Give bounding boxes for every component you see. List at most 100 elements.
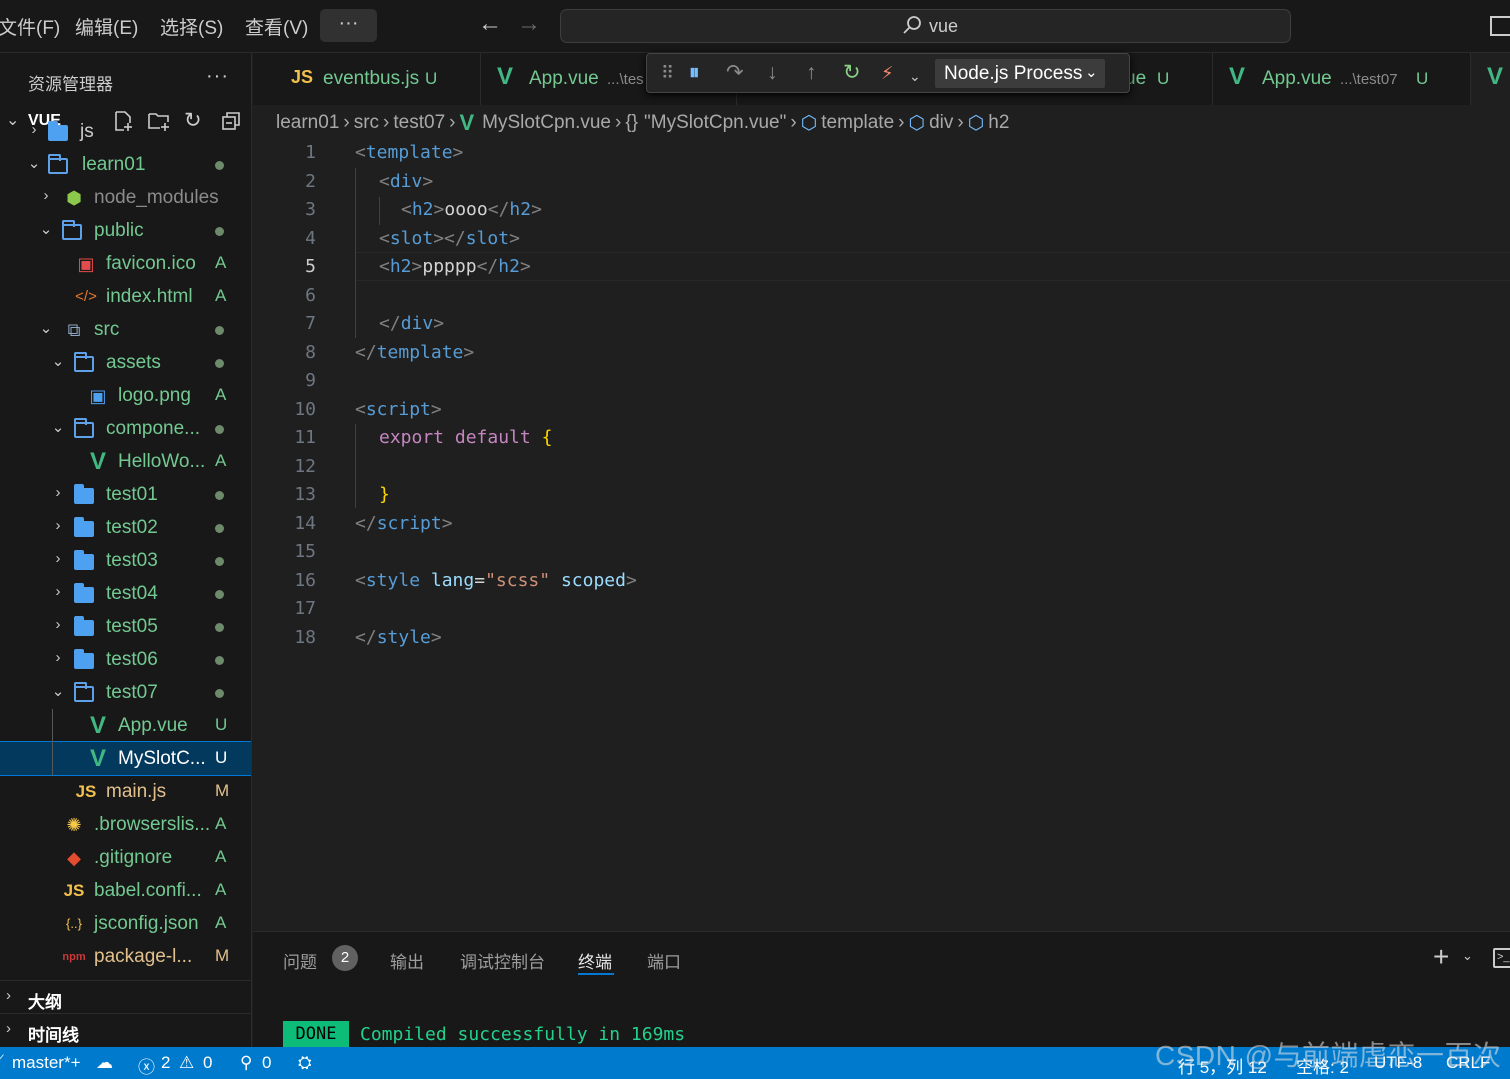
javascript-icon: JS — [291, 67, 314, 87]
tree-item[interactable]: JS main.js M — [0, 775, 251, 808]
git-branch[interactable]: master*+ — [12, 1053, 81, 1073]
step-over-icon[interactable]: ↷ — [726, 61, 744, 85]
tree-item[interactable]: › test02 — [0, 511, 251, 544]
tab-app-vue-test07[interactable]: V App.vue ...\test07 U — [1213, 53, 1471, 105]
breadcrumb-item[interactable]: "MySlotCpn.vue" — [644, 112, 786, 134]
debug-session-label: Node.js Process — [944, 63, 1083, 84]
menu-selection[interactable]: 选择(S) — [160, 13, 223, 40]
tree-item[interactable]: </> index.html A — [0, 280, 251, 313]
chevron-down-icon[interactable]: ⌄ — [909, 64, 921, 88]
chevron-down-icon: ⌄ — [51, 683, 65, 700]
tree-item[interactable]: › js — [0, 115, 251, 148]
tab-problems[interactable]: 问题 — [283, 948, 317, 973]
tree-item[interactable]: JS babel.confi... A — [0, 874, 251, 907]
command-center-search[interactable]: vue — [560, 9, 1291, 43]
tree-item[interactable]: › test05 — [0, 610, 251, 643]
chevron-down-icon[interactable]: ⌄ — [1462, 948, 1473, 964]
breadcrumb-item[interactable]: learn01 — [276, 112, 339, 134]
tree-item[interactable]: › test04 — [0, 577, 251, 610]
outline-section[interactable]: › 大纲 — [0, 980, 251, 1013]
error-count[interactable]: 2 — [161, 1053, 170, 1073]
code-line: </template> — [355, 342, 475, 363]
explorer-more-button[interactable]: ··· — [206, 65, 229, 88]
tab-active[interactable]: V — [1471, 53, 1510, 105]
tree-item[interactable]: V HelloWo... A — [0, 445, 251, 478]
tree-item[interactable]: ◆ .gitignore A — [0, 841, 251, 874]
breadcrumb-item[interactable]: h2 — [988, 112, 1009, 134]
tab-ports[interactable]: 端口 — [647, 948, 681, 973]
menu-edit[interactable]: 编辑(E) — [75, 13, 138, 40]
tree-item[interactable]: npm package-l... M — [0, 940, 251, 973]
tab-status: U — [425, 69, 438, 88]
restart-icon[interactable]: ↻ — [843, 61, 861, 85]
tab-output[interactable]: 输出 — [390, 948, 424, 973]
tree-item[interactable]: › test01 — [0, 478, 251, 511]
tree-item[interactable]: ▣ logo.png A — [0, 379, 251, 412]
menu-view[interactable]: 查看(V) — [245, 13, 308, 40]
explorer-title: 资源管理器 — [28, 75, 113, 94]
git-status: A — [215, 847, 227, 866]
step-into-icon[interactable]: ↓ — [767, 61, 778, 85]
tree-item[interactable]: › test06 — [0, 643, 251, 676]
disconnect-icon[interactable]: ⚡ — [881, 61, 894, 85]
debug-session-select[interactable]: Node.js Process ⌄ — [935, 59, 1105, 88]
tree-item[interactable]: ⌄ public — [0, 214, 251, 247]
back-arrow-icon[interactable]: ← — [478, 12, 502, 36]
sync-icon[interactable]: ☁ — [96, 1053, 113, 1073]
tree-item[interactable]: ⌄ learn01 — [0, 148, 251, 181]
warning-count[interactable]: 0 — [203, 1053, 212, 1073]
new-terminal-icon[interactable]: + — [1433, 941, 1449, 973]
chevron-right-icon: › — [43, 187, 49, 204]
tree-item[interactable]: ⌄ test07 — [0, 676, 251, 709]
tab-label: App.vue — [1262, 68, 1332, 89]
tree-item[interactable]: › ⬢ node_modules — [0, 181, 251, 214]
debug-status-icon[interactable]: ⛭ — [298, 1053, 312, 1073]
modified-dot — [215, 656, 224, 665]
done-badge: DONE — [283, 1021, 349, 1048]
command-center-text: vue — [929, 16, 959, 36]
tree-item[interactable]: {..} jsconfig.json A — [0, 907, 251, 940]
terminal-output: Compiled successfully in 169ms — [360, 1024, 686, 1045]
tree-item[interactable]: ⌄ assets — [0, 346, 251, 379]
line-number: 17 — [294, 598, 316, 619]
tree-item[interactable]: ⌄ ⧉ src — [0, 313, 251, 346]
drag-handle-icon[interactable]: ⠿ — [661, 61, 674, 85]
layout-toggle-icon[interactable] — [1490, 16, 1510, 36]
code-editor[interactable]: 1 2 3 4 5 6 7 8 9 10 11 12 13 14 15 16 17 18 <template> <… — [253, 140, 1510, 930]
tab-label: eventbus.js — [323, 68, 420, 89]
terminal-icon[interactable]: >_ — [1493, 948, 1510, 968]
menu-more-button[interactable]: ··· — [320, 9, 377, 42]
pause-icon[interactable]: ⏸ — [689, 61, 700, 85]
git-status: M — [215, 781, 230, 800]
timeline-section[interactable]: › 时间线 — [0, 1013, 251, 1046]
tree-item[interactable]: ✺ .browserslis... A — [0, 808, 251, 841]
breadcrumb-item[interactable]: MySlotCpn.vue — [482, 112, 611, 134]
ports-count[interactable]: 0 — [262, 1053, 271, 1073]
step-out-icon[interactable]: ↑ — [806, 61, 817, 85]
breadcrumb-item[interactable]: src — [354, 112, 379, 134]
tab-terminal[interactable]: 终端 — [578, 948, 612, 973]
git-status: A — [215, 814, 227, 833]
tree-item[interactable]: V MySlotC... U — [0, 741, 251, 776]
chevron-right-icon: › — [898, 112, 905, 133]
forward-arrow-icon[interactable]: → — [517, 12, 541, 36]
code-line: export default { — [379, 427, 553, 448]
line-number: 16 — [294, 569, 316, 591]
tree-item-label: test06 — [106, 649, 158, 670]
tab-debug-console[interactable]: 调试控制台 — [460, 948, 545, 973]
breadcrumb-item[interactable]: test07 — [393, 112, 445, 134]
folder-open-icon — [74, 682, 94, 702]
breadcrumb-item[interactable]: div — [929, 112, 953, 134]
tree-item[interactable]: ⌄ compone... — [0, 412, 251, 445]
tree-item[interactable]: V App.vue U — [0, 709, 251, 742]
tree-item-label: js — [80, 121, 94, 142]
menu-file[interactable]: 文件(F) — [0, 13, 60, 40]
chevron-right-icon: › — [55, 517, 61, 534]
tree-item[interactable]: › test03 — [0, 544, 251, 577]
breadcrumb-item[interactable]: template — [821, 112, 894, 134]
folder-open-icon — [62, 220, 82, 240]
tab-eventbus[interactable]: JS eventbus.js U — [253, 53, 481, 105]
tree-item-label: node_modules — [94, 187, 219, 208]
modified-dot — [215, 326, 224, 335]
tree-item[interactable]: ▣ favicon.ico A — [0, 247, 251, 280]
